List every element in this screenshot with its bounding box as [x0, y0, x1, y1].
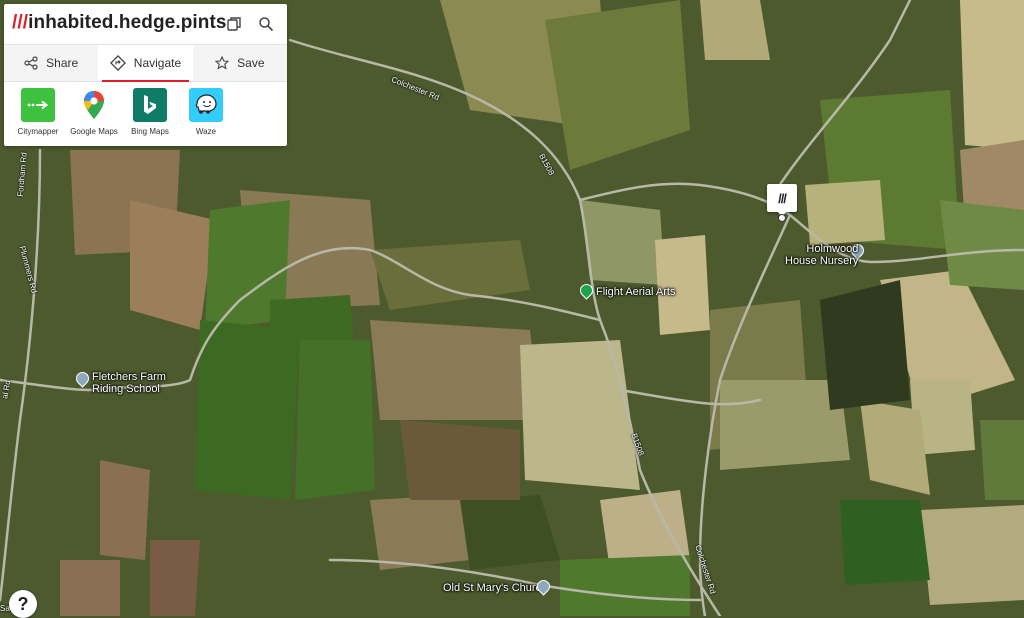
panel-header: ///inhabited.hedge.pints: [4, 4, 287, 45]
w3w-location-marker[interactable]: ///: [767, 184, 797, 217]
app-google-maps-label: Google Maps: [70, 127, 118, 136]
poi-label-holmwood: Holmwood House Nursery: [785, 243, 859, 267]
poi-label-fletchers-farm: Fletchers Farm Riding School: [92, 371, 166, 395]
tab-share[interactable]: Share: [4, 45, 98, 81]
tab-share-label: Share: [46, 56, 79, 70]
poi-label-fletchers-line1: Fletchers Farm: [92, 371, 166, 383]
tab-navigate[interactable]: Navigate: [98, 45, 193, 82]
app-citymapper[interactable]: Citymapper: [10, 88, 66, 136]
poi-label-old-st-marys: Old St Mary's Church: [443, 582, 548, 594]
tab-navigate-label: Navigate: [133, 56, 182, 70]
marker-point: [778, 214, 786, 222]
poi-label-holmwood-line2: House Nursery: [785, 255, 859, 267]
poi-label-flight-aerial-arts: Flight Aerial Arts: [596, 286, 676, 298]
search-icon[interactable]: [256, 14, 276, 34]
share-icon: [24, 56, 38, 70]
app-google-maps[interactable]: Google Maps: [66, 88, 122, 136]
bing-maps-icon: [133, 88, 167, 122]
app-waze-label: Waze: [195, 127, 217, 136]
w3w-slashes: ///: [12, 12, 29, 33]
app-citymapper-label: Citymapper: [17, 127, 59, 136]
address-panel: ///inhabited.hedge.pints Share Navigate …: [4, 4, 287, 146]
poi-label-holmwood-line1: Holmwood: [806, 243, 859, 255]
navigate-icon: [109, 55, 126, 71]
navigation-apps: Citymapper Google Maps Bing Maps Waze: [10, 88, 234, 136]
panel-tabs: Share Navigate Save: [4, 45, 287, 82]
tab-save[interactable]: Save: [193, 45, 287, 81]
w3w-words: inhabited.hedge.pints: [28, 12, 227, 33]
google-maps-icon: [77, 88, 111, 122]
app-waze[interactable]: Waze: [178, 88, 234, 136]
poi-label-fletchers-line2: Riding School: [92, 383, 160, 395]
waze-icon: [189, 88, 223, 122]
w3w-address[interactable]: ///inhabited.hedge.pints: [12, 12, 227, 34]
help-button[interactable]: ?: [9, 590, 37, 618]
app-bing-maps-label: Bing Maps: [131, 127, 169, 136]
tab-save-label: Save: [237, 56, 265, 70]
star-icon: [215, 56, 230, 70]
copy-icon[interactable]: [224, 14, 244, 34]
app-bing-maps[interactable]: Bing Maps: [122, 88, 178, 136]
citymapper-icon: [21, 88, 55, 122]
